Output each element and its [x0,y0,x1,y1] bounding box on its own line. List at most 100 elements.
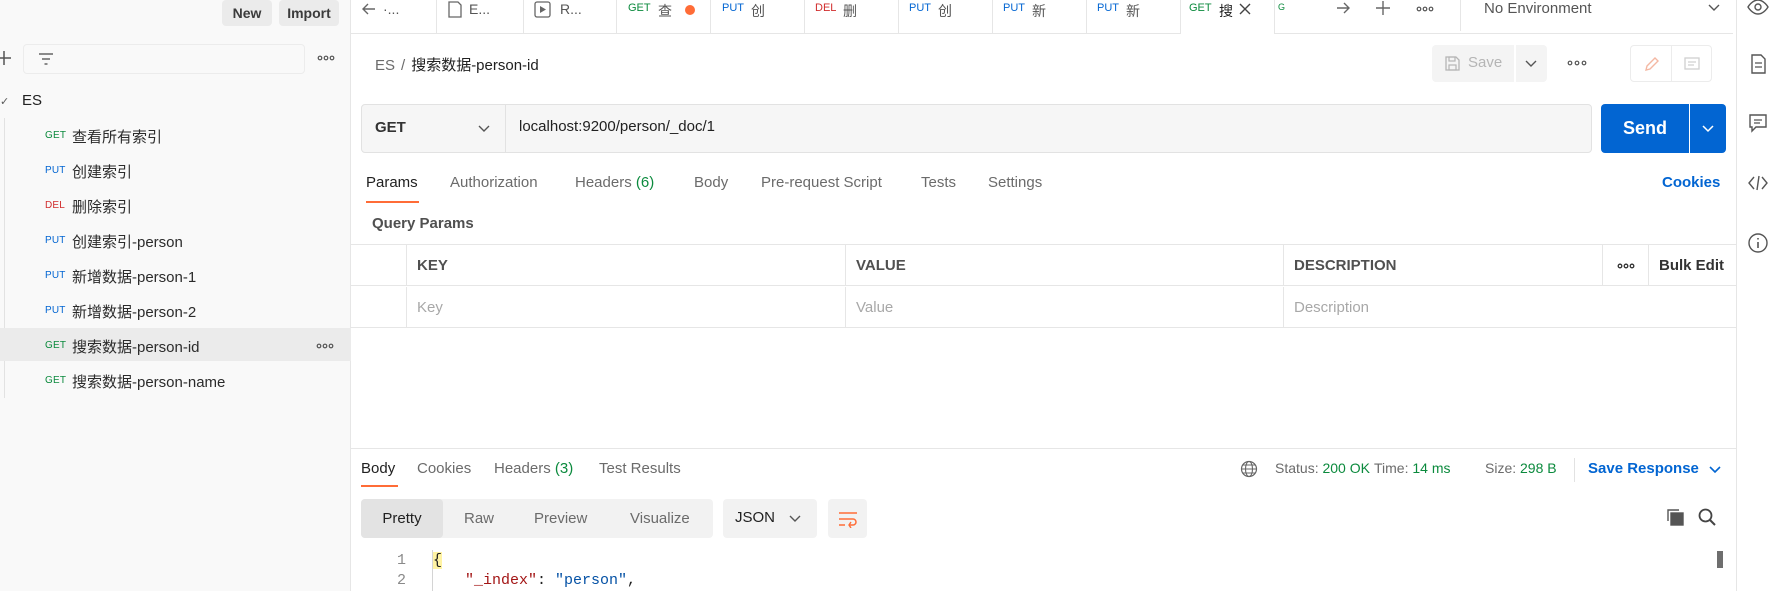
comments-icon[interactable] [1747,112,1769,134]
import-button[interactable]: Import [279,0,339,26]
request-tabs: Params Authorization Headers (6) Body Pr… [366,174,1726,204]
tab-response-cookies[interactable]: Cookies [417,460,471,477]
plus-icon[interactable] [1375,0,1391,16]
search-icon[interactable] [1697,507,1717,527]
chevron-down-icon [789,515,801,522]
chevron-down-icon [1708,4,1720,11]
request-name: 新增数据-person-1 [72,269,197,286]
tab-item[interactable]: R... [524,0,617,34]
view-pretty[interactable]: Pretty [361,499,443,538]
bulk-edit-button[interactable]: Bulk Edit [1648,245,1736,286]
url-input[interactable] [519,118,1559,135]
request-name: 搜索数据-person-id [72,339,200,356]
send-dropdown[interactable] [1690,104,1726,153]
tab-tests[interactable]: Tests [921,174,956,191]
key-input[interactable]: Key [406,287,845,328]
more-options-icon[interactable] [316,51,336,65]
code-icon[interactable] [1747,172,1769,194]
description-input[interactable]: Description [1283,287,1736,328]
tab-settings[interactable]: Settings [988,174,1042,191]
request-item[interactable]: GET 搜索数据-person-name [0,363,351,396]
tab-item[interactable]: PUT 创 [711,0,805,34]
tab-response-headers[interactable]: Headers (3) [494,460,573,477]
request-item[interactable]: PUT 新增数据-person-1 [0,258,351,291]
tab-item[interactable]: DEL 删 [805,0,899,34]
save-icon [1445,56,1460,71]
format-select[interactable]: JSON [723,499,817,538]
chevron-down-icon [1525,60,1537,67]
chevron-down-icon [478,125,490,132]
arrow-right-icon[interactable] [1335,1,1351,15]
breadcrumb-collection[interactable]: ES [375,57,395,74]
send-button[interactable]: Send [1601,104,1689,153]
scrollbar[interactable] [1717,551,1723,568]
divider [351,448,1736,449]
more-options-icon[interactable] [1566,56,1588,70]
tab-params[interactable]: Params [366,174,418,191]
close-icon[interactable] [1238,2,1252,16]
request-item[interactable]: PUT 创建索引 [0,153,351,186]
chevron-down-icon[interactable] [1709,465,1721,475]
copy-icon[interactable] [1665,507,1685,527]
more-options-icon[interactable] [1616,260,1636,272]
save-dropdown[interactable] [1516,45,1547,82]
collection-es[interactable]: ✓ ES [0,90,351,112]
request-item[interactable]: DEL 删除索引 [0,188,351,221]
plus-icon[interactable] [0,48,14,68]
tab-body[interactable]: Body [694,174,728,191]
save-response-button[interactable]: Save Response [1588,460,1699,477]
edit-icon[interactable] [1643,55,1661,73]
tab-item[interactable]: PUT 创 [899,0,993,34]
tab-item-active[interactable]: GET 搜 [1181,0,1275,35]
method-select[interactable]: GET [362,105,506,152]
tab-item[interactable]: ·... [351,0,437,34]
send-group: Send [1601,104,1726,153]
request-item-selected[interactable]: GET 搜索数据-person-id [0,328,351,361]
wrap-lines-button[interactable] [828,499,867,538]
tab-headers[interactable]: Headers (6) [575,174,654,191]
collection-name: ES [22,92,43,109]
tab-authorization[interactable]: Authorization [450,174,538,191]
tab-test-results[interactable]: Test Results [599,460,681,477]
documentation-icon[interactable] [1747,53,1769,75]
sidebar: New Import ✓ ES GET 查看所有索引 PUT 创建索引 DEL … [0,0,351,591]
sidebar-toolbar [0,42,351,76]
tab-response-body[interactable]: Body [361,460,395,477]
view-preview[interactable]: Preview [534,499,587,538]
page-title[interactable]: 搜索数据-person-id [411,57,539,74]
new-button[interactable]: New [222,0,272,26]
tab-item[interactable]: PUT 新 [993,0,1087,34]
tab-prerequest-script[interactable]: Pre-request Script [761,174,882,191]
info-icon[interactable] [1747,232,1769,254]
comment-icon[interactable] [1683,55,1701,73]
tab-item[interactable]: E... [437,0,524,34]
request-name: 搜索数据-person-name [72,374,226,391]
tab-item[interactable]: GET 查 [617,0,711,34]
method-badge: PUT [45,305,66,316]
response-view-selector: Pretty Raw Preview Visualize [361,499,713,538]
query-params-table: KEY VALUE DESCRIPTION Bulk Edit Key Valu… [351,244,1736,328]
request-item[interactable]: PUT 新增数据-person-2 [0,293,351,326]
url-bar: GET [361,104,1592,153]
environment-select[interactable]: No Environment [1460,0,1732,31]
request-name: 删除索引 [72,199,133,216]
query-params-title: Query Params [372,215,474,232]
eye-icon[interactable] [1747,0,1769,18]
view-raw[interactable]: Raw [464,499,494,538]
save-group: Save [1432,45,1547,82]
globe-icon[interactable] [1240,460,1258,478]
cookies-link[interactable]: Cookies [1662,174,1720,191]
save-button[interactable]: Save [1432,45,1514,82]
more-options-icon[interactable] [315,340,335,352]
tab-item[interactable]: G [1275,0,1285,34]
request-item[interactable]: PUT 创建索引-person [0,223,351,256]
method-badge: PUT [45,235,66,246]
filter-input[interactable] [23,44,305,74]
request-item[interactable]: GET 查看所有索引 [0,118,351,151]
more-options-icon[interactable] [1415,3,1435,15]
tab-item[interactable]: PUT 新 [1087,0,1181,34]
value-input[interactable]: Value [845,287,1283,328]
view-visualize[interactable]: Visualize [630,499,690,538]
view-mode-toggle [1630,45,1712,82]
request-name: 创建索引 [72,164,133,181]
